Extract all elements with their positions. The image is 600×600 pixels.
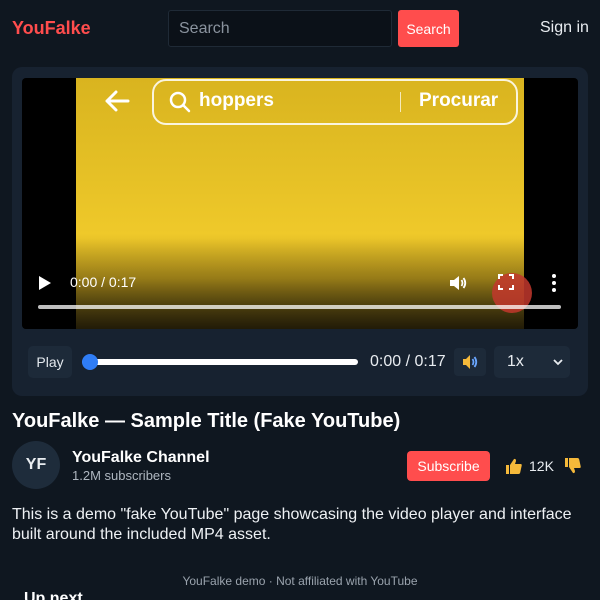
search-button[interactable]: Search bbox=[398, 10, 459, 47]
seek-track bbox=[82, 359, 358, 365]
seek-thumb[interactable] bbox=[82, 354, 98, 370]
thumbs-down-icon bbox=[565, 458, 581, 474]
frame-search-text: hoppers bbox=[199, 90, 274, 111]
site-logo[interactable]: YouFalke bbox=[12, 18, 91, 39]
play-icon[interactable] bbox=[38, 275, 52, 291]
back-arrow-icon bbox=[105, 90, 130, 112]
volume-icon[interactable] bbox=[448, 273, 468, 293]
fullscreen-icon[interactable] bbox=[498, 274, 514, 290]
video-player[interactable]: hoppers Procurar 0:00 / 0:17 bbox=[22, 78, 578, 329]
footer-note: YouFalke demo · Not affiliated with YouT… bbox=[182, 574, 418, 588]
seek-slider[interactable] bbox=[82, 354, 358, 370]
top-header: YouFalke Search Sign in bbox=[0, 0, 600, 56]
like-count: 12K bbox=[529, 458, 554, 474]
search-icon bbox=[169, 91, 191, 113]
sign-in-link[interactable]: Sign in bbox=[540, 19, 589, 37]
chevron-down-icon bbox=[553, 359, 563, 366]
playback-speed-select[interactable]: 1x bbox=[494, 346, 570, 378]
like-button[interactable]: 12K bbox=[505, 457, 554, 475]
speed-value: 1x bbox=[507, 353, 524, 370]
time-display: 0:00 / 0:17 bbox=[370, 353, 446, 370]
native-progress-bar[interactable] bbox=[38, 305, 561, 309]
thumbs-up-icon bbox=[506, 458, 522, 474]
up-next-heading: Up next bbox=[24, 590, 83, 600]
subscribe-button[interactable]: Subscribe bbox=[407, 451, 490, 481]
channel-avatar[interactable]: YF bbox=[12, 441, 60, 489]
frame-divider bbox=[400, 92, 401, 112]
play-button[interactable]: Play bbox=[28, 346, 72, 378]
subscriber-count: 1.2M subscribers bbox=[72, 468, 171, 483]
search-input[interactable] bbox=[168, 10, 392, 47]
video-description: This is a demo "fake YouTube" page showc… bbox=[12, 506, 572, 543]
frame-search-action: Procurar bbox=[419, 90, 499, 111]
native-time-display: 0:00 / 0:17 bbox=[70, 274, 137, 290]
video-title: YouFalke — Sample Title (Fake YouTube) bbox=[12, 410, 401, 432]
speaker-icon bbox=[463, 355, 478, 369]
dislike-button[interactable] bbox=[564, 457, 582, 475]
custom-controls: Play 0:00 / 0:17 1x bbox=[28, 346, 572, 378]
channel-name[interactable]: YouFalke Channel bbox=[72, 449, 210, 467]
mute-button[interactable] bbox=[454, 348, 486, 376]
more-vert-icon[interactable] bbox=[551, 273, 557, 293]
